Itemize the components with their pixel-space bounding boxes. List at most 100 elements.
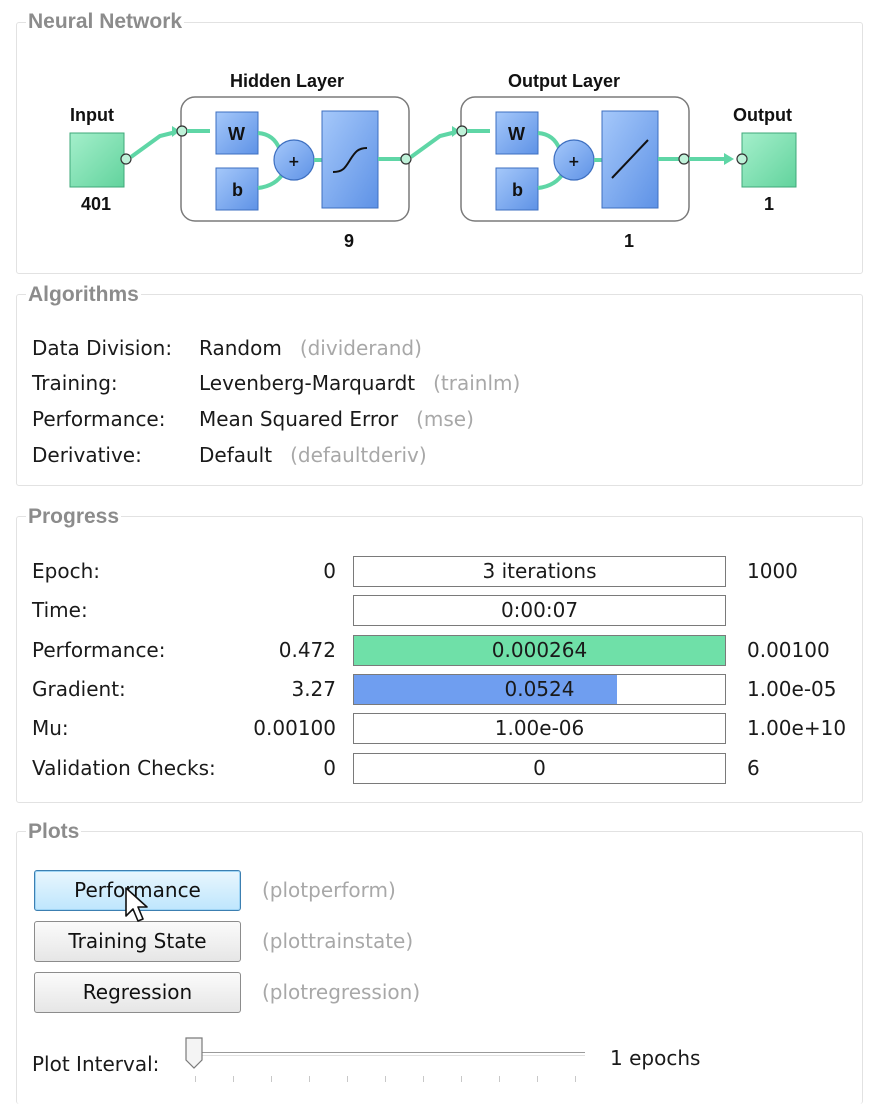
regression-plot-button[interactable]: Regression	[34, 972, 241, 1013]
input-size: 401	[81, 194, 111, 214]
progress-label: Time:	[32, 598, 88, 622]
slider-tick	[537, 1076, 538, 1082]
progress-current-value: 0	[533, 756, 546, 780]
training-state-plot-button[interactable]: Training State	[34, 921, 241, 962]
algorithm-value-wrap: Mean Squared Error (mse)	[199, 404, 474, 434]
slider-tick	[461, 1076, 462, 1082]
progress-label: Validation Checks:	[32, 756, 216, 780]
progress-title: Progress	[26, 504, 122, 530]
output-bias-symbol: b	[512, 180, 523, 200]
progress-row-time: Time: 0:00:07	[32, 594, 862, 626]
algorithm-value: Levenberg-Marquardt	[199, 371, 416, 395]
output-size: 1	[764, 194, 774, 214]
algorithm-value-wrap: Levenberg-Marquardt (trainlm)	[199, 368, 520, 398]
progress-start-value: 3.27	[291, 677, 336, 701]
plots-title: Plots	[26, 819, 82, 845]
input-to-hidden-arrow	[129, 130, 177, 159]
algorithm-function: (defaultderiv)	[290, 443, 427, 467]
algorithm-function: (mse)	[416, 407, 474, 431]
progress-bar: 0	[353, 753, 726, 784]
progress-start-value: 0.00100	[253, 716, 336, 740]
output-node-dot	[736, 153, 748, 165]
hidden-bias-symbol: b	[232, 180, 243, 200]
slider-tick	[499, 1076, 500, 1082]
performance-plot-function: (plotperform)	[262, 878, 396, 902]
algorithm-value: Default	[199, 443, 273, 467]
progress-end-value: 1.00e+10	[747, 716, 847, 740]
progress-row-validation-checks: Validation Checks: 0 0 6	[32, 752, 862, 784]
progress-label: Epoch:	[32, 559, 100, 583]
slider-tick	[233, 1076, 234, 1082]
input-node	[69, 132, 125, 188]
plot-interval-value: 1 epochs	[610, 1046, 701, 1070]
progress-bar: 0:00:07	[353, 595, 726, 626]
progress-start-value: 0.472	[278, 638, 336, 662]
slider-tick	[195, 1076, 196, 1082]
slider-tick	[347, 1076, 348, 1082]
progress-bar: 0.000264	[353, 635, 726, 666]
algorithm-label: Training:	[32, 371, 118, 395]
progress-current-value: 1.00e-06	[494, 716, 585, 740]
hidden-sum-symbol: +	[288, 154, 300, 170]
progress-end-value: 1000	[747, 559, 798, 583]
progress-row-performance: Performance: 0.472 0.000264 0.00100	[32, 634, 862, 666]
output-label: Output	[733, 105, 792, 125]
progress-row-epoch: Epoch: 0 3 iterations 1000	[32, 555, 862, 587]
algorithm-label: Data Division:	[32, 336, 173, 360]
slider-tick	[423, 1076, 424, 1082]
progress-row-mu: Mu: 0.00100 1.00e-06 1.00e+10	[32, 712, 862, 744]
output-node	[741, 132, 797, 188]
algorithm-value: Random	[199, 336, 282, 360]
progress-current-value: 0:00:07	[500, 598, 579, 622]
hidden-weight-symbol: W	[228, 124, 245, 144]
slider-tick	[385, 1076, 386, 1082]
progress-label: Mu:	[32, 716, 69, 740]
regression-plot-function: (plotregression)	[262, 980, 421, 1004]
progress-row-gradient: Gradient: 3.27 0.0524 1.00e-05	[32, 673, 862, 705]
slider-tick	[309, 1076, 310, 1082]
algorithms-title: Algorithms	[26, 282, 141, 308]
algorithm-function: (dividerand)	[299, 336, 422, 360]
hidden-output-dot	[400, 153, 412, 165]
input-connector-dot	[120, 153, 132, 165]
output-layer-input-dot	[456, 125, 468, 137]
algorithm-label: Performance:	[32, 407, 166, 431]
hidden-to-output-arrow	[409, 130, 457, 159]
progress-current-value: 0.000264	[491, 638, 588, 662]
input-label: Input	[70, 105, 114, 125]
output-arrow-head	[724, 153, 734, 165]
algorithm-value-wrap: Random (dividerand)	[199, 333, 422, 363]
progress-label: Performance:	[32, 638, 166, 662]
progress-end-value: 0.00100	[747, 638, 830, 662]
hidden-size: 9	[344, 231, 354, 251]
output-layer-output-dot	[678, 153, 690, 165]
progress-bar: 3 iterations	[353, 556, 726, 587]
output-layer-size: 1	[624, 231, 634, 251]
progress-bar: 0.0524	[353, 674, 726, 705]
hidden-layer-label: Hidden Layer	[230, 71, 344, 91]
hidden-input-dot	[176, 125, 188, 137]
progress-end-value: 6	[747, 756, 760, 780]
progress-bar: 1.00e-06	[353, 713, 726, 744]
network-diagram: Input 401 Hidden Layer W b + 9 Output La…	[69, 71, 797, 251]
plot-interval-slider-track[interactable]	[195, 1052, 585, 1056]
mouse-pointer-icon	[125, 887, 148, 922]
training-state-plot-function: (plottrainstate)	[262, 929, 414, 953]
output-layer-label: Output Layer	[508, 71, 620, 91]
slider-thumb-icon[interactable]	[184, 1036, 204, 1070]
algorithm-value: Mean Squared Error	[199, 407, 399, 431]
slider-tick	[575, 1076, 576, 1082]
algorithm-function: (trainlm)	[433, 371, 521, 395]
progress-start-value: 0	[323, 756, 336, 780]
progress-label: Gradient:	[32, 677, 126, 701]
output-sum-symbol: +	[568, 154, 580, 170]
plot-interval-label: Plot Interval:	[32, 1052, 160, 1076]
progress-current-value: 0.0524	[504, 677, 575, 701]
output-weight-symbol: W	[508, 124, 525, 144]
algorithm-value-wrap: Default (defaultderiv)	[199, 440, 427, 470]
progress-start-value: 0	[323, 559, 336, 583]
progress-end-value: 1.00e-05	[747, 677, 837, 701]
progress-current-value: 3 iterations	[482, 559, 597, 583]
algorithm-label: Derivative:	[32, 443, 142, 467]
slider-tick	[271, 1076, 272, 1082]
